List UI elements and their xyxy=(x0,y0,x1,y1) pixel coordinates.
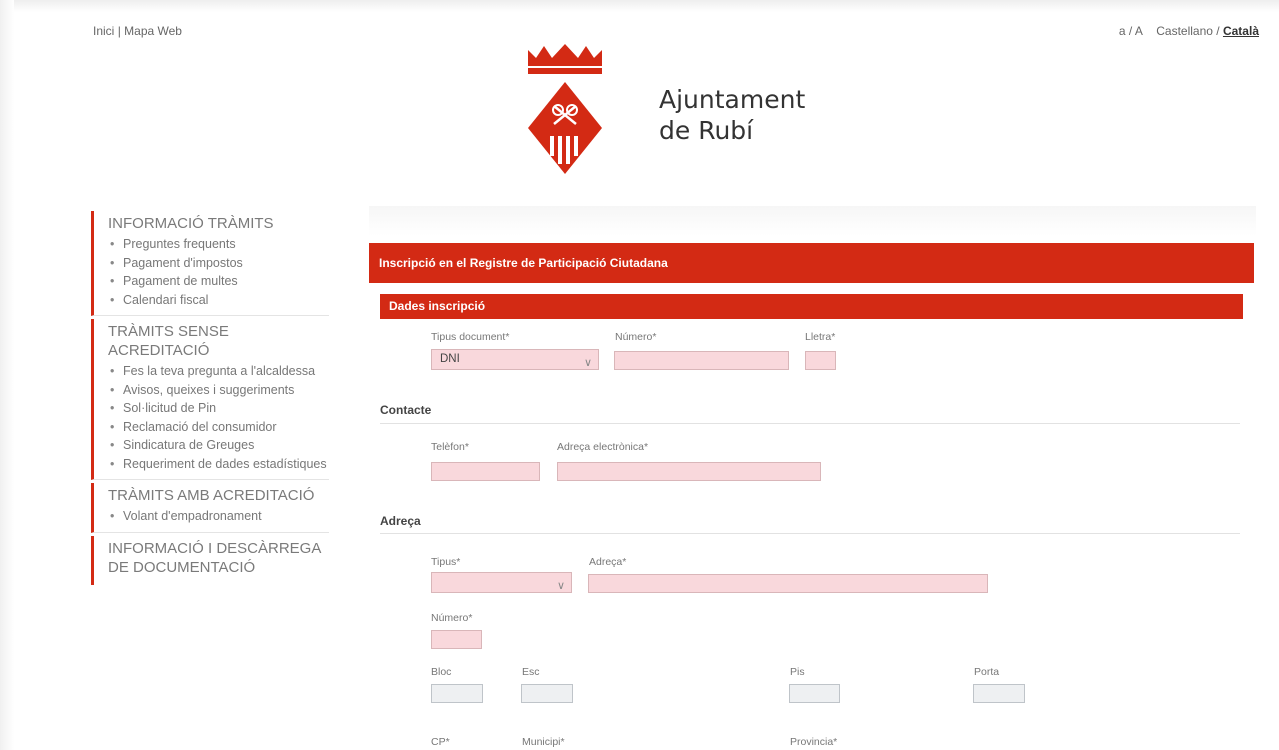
ajuntament-logo[interactable]: Ajuntament de Rubí xyxy=(514,44,814,179)
sidebar-item-preguntes[interactable]: Preguntes frequents xyxy=(110,237,329,253)
left-shadow xyxy=(0,0,14,750)
sidebar-section-title[interactable]: INFORMACIÓ TRÀMITS xyxy=(108,214,329,233)
contact-heading: Contacte xyxy=(380,403,432,417)
province-label: Provincia* xyxy=(790,736,838,748)
sidebar-item-requeriment[interactable]: Requeriment de dades estadístiques xyxy=(110,457,329,473)
logo-text: Ajuntament de Rubí xyxy=(659,84,805,146)
doc-letter-input[interactable] xyxy=(805,351,836,370)
language-switcher: a / A Castellano / Català xyxy=(1119,24,1259,38)
registration-form: Inscripció en el Registre de Participaci… xyxy=(369,206,1256,750)
font-size-toggle[interactable]: a / A xyxy=(1119,24,1143,38)
lang-castellano-link[interactable]: Castellano xyxy=(1156,24,1213,38)
address-label: Adreça* xyxy=(589,556,627,568)
lang-separator: / xyxy=(1216,24,1220,38)
address-type-select[interactable]: ∨ xyxy=(431,572,572,593)
street-number-input[interactable] xyxy=(431,630,482,649)
address-type-label: Tipus* xyxy=(431,556,461,568)
address-input[interactable] xyxy=(588,574,988,593)
floor-input[interactable] xyxy=(789,684,840,703)
email-input[interactable] xyxy=(557,462,821,481)
sidebar-item-avisos[interactable]: Avisos, queixes i suggeriments xyxy=(110,383,329,399)
sidebar-item-pregunta-alcaldessa[interactable]: Fes la teva pregunta a l'alcaldessa xyxy=(110,364,329,380)
door-label: Porta xyxy=(974,666,1000,678)
door-input[interactable] xyxy=(973,684,1025,703)
coat-of-arms-icon xyxy=(528,44,602,174)
sidebar-item-sindicatura[interactable]: Sindicatura de Greuges xyxy=(110,438,329,454)
section-title-bar: Dades inscripció xyxy=(380,294,1243,319)
sidebar-item-impostos[interactable]: Pagament d'impostos xyxy=(110,256,329,272)
form-title-bar: Inscripció en el Registre de Participaci… xyxy=(369,243,1254,283)
sidebar-section-amb-acreditacio: TRÀMITS AMB ACREDITACIÓ Volant d'empadro… xyxy=(91,483,329,533)
divider xyxy=(380,423,1240,424)
doc-number-input[interactable] xyxy=(614,351,789,370)
sitemap-link[interactable]: Mapa Web xyxy=(124,24,182,38)
logo-line2: de Rubí xyxy=(659,116,754,145)
sidebar-item-volant[interactable]: Volant d'empadronament xyxy=(110,509,329,525)
chevron-down-icon: ∨ xyxy=(556,580,565,592)
sidebar-section-title[interactable]: TRÀMITS SENSE ACREDITACIÓ xyxy=(108,322,329,360)
stair-input[interactable] xyxy=(521,684,573,703)
block-input[interactable] xyxy=(431,684,483,703)
sidebar-section-documentacio: INFORMACIÓ I DESCÀRREGA DE DOCUMENTACIÓ xyxy=(91,535,329,585)
municipality-label: Municipi* xyxy=(522,736,565,748)
divider xyxy=(380,533,1240,534)
block-label: Bloc xyxy=(431,666,452,678)
logo-line1: Ajuntament xyxy=(659,85,806,114)
sidebar-section-info-tramits: INFORMACIÓ TRÀMITS Preguntes frequents P… xyxy=(91,211,329,316)
sidebar-item-reclamacio[interactable]: Reclamació del consumidor xyxy=(110,420,329,436)
stair-label: Esc xyxy=(522,666,540,678)
top-links-separator: | xyxy=(117,24,121,38)
doc-type-label: Tipus document* xyxy=(431,331,510,343)
sidebar-section-sense-acreditacio: TRÀMITS SENSE ACREDITACIÓ Fes la teva pr… xyxy=(91,319,329,480)
street-number-label: Número* xyxy=(431,612,473,624)
lang-catala-link[interactable]: Català xyxy=(1223,24,1259,38)
top-shadow xyxy=(0,0,1279,12)
doc-number-label: Número* xyxy=(615,331,657,343)
top-links: Inici | Mapa Web xyxy=(93,24,182,38)
sidebar: INFORMACIÓ TRÀMITS Preguntes frequents P… xyxy=(91,211,329,588)
email-label: Adreça electrònica* xyxy=(557,441,649,453)
address-heading: Adreça xyxy=(380,514,421,528)
sidebar-item-calendari[interactable]: Calendari fiscal xyxy=(110,293,329,309)
phone-label: Telèfon* xyxy=(431,441,469,453)
sidebar-section-title[interactable]: INFORMACIÓ I DESCÀRREGA DE DOCUMENTACIÓ xyxy=(108,539,329,577)
floor-label: Pis xyxy=(790,666,805,678)
phone-input[interactable] xyxy=(431,462,540,481)
postal-code-label: CP* xyxy=(431,736,450,748)
doc-type-select[interactable]: DNI ∨ xyxy=(431,349,599,370)
doc-letter-label: Lletra* xyxy=(805,331,836,343)
sidebar-section-title[interactable]: TRÀMITS AMB ACREDITACIÓ xyxy=(108,486,329,505)
sidebar-item-multes[interactable]: Pagament de multes xyxy=(110,274,329,290)
chevron-down-icon: ∨ xyxy=(583,357,592,369)
sidebar-item-pin[interactable]: Sol·licitud de Pin xyxy=(110,401,329,417)
home-link[interactable]: Inici xyxy=(93,24,114,38)
doc-type-value: DNI xyxy=(440,353,460,365)
